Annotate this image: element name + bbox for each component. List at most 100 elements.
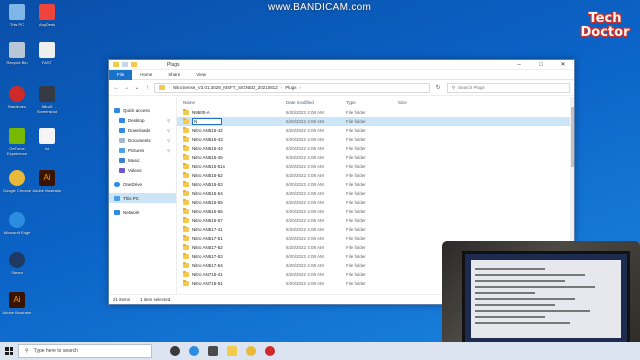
nav-label: Desktop xyxy=(128,117,145,123)
desktop-icon-label: AnyDesk xyxy=(38,22,55,27)
close-button[interactable]: ✕ xyxy=(552,60,574,70)
tab-share[interactable]: Share xyxy=(160,70,188,80)
file-name-cell: Nitro AN515-42 xyxy=(183,127,286,133)
table-row[interactable]: Nitro AN515-42 6/20/2022 4:08 AM File fold… xyxy=(177,126,574,135)
file-name-cell: Nitro AN515-56 xyxy=(183,208,286,214)
table-row[interactable]: Nitro AN515-51s 6/20/2022 4:08 AM File fol… xyxy=(177,162,574,171)
scrollbar-thumb[interactable] xyxy=(570,107,574,167)
terminal-line xyxy=(475,274,585,276)
breadcrumb-current[interactable]: Plugs xyxy=(285,85,296,90)
type-cell: File folder xyxy=(346,146,366,151)
desktop-icon-label: Adobe Illustrator xyxy=(32,188,62,193)
column-type[interactable]: Type xyxy=(346,100,398,105)
up-arrow-icon[interactable]: ↑ xyxy=(144,85,150,91)
file-name-cell: Nitro AN515-57 xyxy=(183,217,286,223)
table-row[interactable]: Nitro AN517-41 6/20/2022 4:08 AM File fold… xyxy=(177,225,574,234)
table-row[interactable]: Nitro AN515-43 6/20/2022 4:08 AM File fold… xyxy=(177,135,574,144)
table-row[interactable]: Nitro AN515-55 6/20/2022 4:08 AM File fold… xyxy=(177,198,574,207)
table-row-renaming[interactable]: N 6/20/2022 4:09 AM File folder xyxy=(177,117,574,126)
column-date-modified[interactable]: Date modified xyxy=(286,100,346,105)
nav-network[interactable]: Network xyxy=(109,207,176,217)
type-cell: File folder xyxy=(346,200,366,205)
table-row[interactable]: N9500-A 6/20/2022 4:08 AM File folder xyxy=(177,108,574,117)
store-icon[interactable] xyxy=(208,346,218,356)
desktop-icon-txt[interactable]: txt xyxy=(32,128,62,151)
table-row[interactable]: Nitro AN515-53 6/20/2022 4:08 AM File fold… xyxy=(177,180,574,189)
breadcrumb-separator: › xyxy=(299,85,302,90)
maximize-button[interactable]: □ xyxy=(530,60,552,70)
desktop-icon-illustrator-2[interactable]: Ai Adobe Illustrator xyxy=(32,170,62,193)
date-cell: 6/20/2022 4:08 AM xyxy=(286,236,324,241)
table-row[interactable]: Nitro AN515-52 6/20/2022 4:08 AM File fold… xyxy=(177,171,574,180)
desktop-icon-fast[interactable]: FAST xyxy=(32,42,62,65)
nav-music[interactable]: Music xyxy=(109,155,176,165)
desktop-icon-recycle-bin[interactable]: Recycle Bin xyxy=(2,42,32,65)
desktop-icon-label: Google Chrome xyxy=(2,188,32,193)
address-bar[interactable]: › NitroSense_V3.01.3028_MSFT_SIGNED_2021… xyxy=(154,82,430,93)
forward-arrow-icon[interactable]: → xyxy=(123,85,130,91)
terminal-line xyxy=(475,310,590,312)
column-headers: Name Date modified Type Size xyxy=(177,97,574,108)
desktop-icon-bandicam[interactable]: Bandicam xyxy=(2,86,32,109)
search-box[interactable]: ⚲ Search Plugs xyxy=(446,82,570,93)
taskbar-search[interactable]: ⚲ Type here to search xyxy=(18,344,152,358)
file-name-text: Nitro AN515-53 xyxy=(192,182,223,187)
desktop-icon-this-pc[interactable]: This PC xyxy=(2,4,32,27)
file-name-text: Nitro AN517-41 xyxy=(192,227,223,232)
minimize-button[interactable]: – xyxy=(508,60,530,70)
desktop-icon-label: Recycle Bin xyxy=(6,60,28,65)
column-size[interactable]: Size xyxy=(398,100,428,105)
nav-desktop[interactable]: Desktop ⚲ xyxy=(109,115,176,125)
nav-this-pc[interactable]: This PC xyxy=(109,193,176,203)
folder-icon xyxy=(183,235,189,241)
refresh-icon[interactable]: ↻ xyxy=(434,84,443,91)
start-button[interactable] xyxy=(0,342,18,360)
desktop-icon-illustrator[interactable]: Ai Adobe Illustrator xyxy=(2,292,32,315)
breadcrumb-parent[interactable]: NitroSense_V3.01.3028_MSFT_SIGNED_202108… xyxy=(173,85,278,90)
back-arrow-icon[interactable]: ← xyxy=(113,85,119,91)
nav-quick-access[interactable]: Quick access xyxy=(109,105,176,115)
task-view-icon[interactable] xyxy=(170,346,180,356)
nav-label: Music xyxy=(128,157,140,163)
nav-label: Quick access xyxy=(123,107,150,113)
file-name-text: Nitro AN515-45 xyxy=(192,155,223,160)
download-icon xyxy=(119,127,125,133)
nav-downloads[interactable]: Downloads ⚲ xyxy=(109,125,176,135)
file-explorer-icon[interactable] xyxy=(227,346,237,356)
table-row[interactable]: Nitro AN515-44 6/20/2022 4:08 AM File fold… xyxy=(177,144,574,153)
desktop-icon-steam[interactable]: Steam xyxy=(2,252,32,275)
rename-input[interactable]: N xyxy=(192,118,222,125)
desktop-icon-anydesk[interactable]: AnyDesk xyxy=(32,4,62,27)
folder-icon xyxy=(183,199,189,205)
navigation-pane: Quick access Desktop ⚲ Downloads ⚲ Docum… xyxy=(109,97,177,294)
desktop-icon-chrome[interactable]: Google Chrome xyxy=(2,170,32,193)
date-cell: 6/20/2022 4:08 AM xyxy=(286,164,324,169)
terminal-line xyxy=(475,298,575,300)
nav-documents[interactable]: Documents ⚲ xyxy=(109,135,176,145)
tab-view[interactable]: View xyxy=(188,70,214,80)
type-cell: File folder xyxy=(346,119,366,124)
tab-home[interactable]: Home xyxy=(132,70,160,80)
tab-file[interactable]: File xyxy=(109,69,133,80)
recent-chevron-icon[interactable]: ⌄ xyxy=(134,84,140,91)
date-cell: 6/20/2022 4:08 AM xyxy=(286,227,324,232)
nav-pictures[interactable]: Pictures ⚲ xyxy=(109,145,176,155)
file-name-cell: Nitro AN515-44 xyxy=(183,145,286,151)
desktop-icon-screenshot[interactable]: Nitro5 Screenshot xyxy=(32,86,62,114)
table-row[interactable]: Nitro AN515-54 6/20/2022 4:08 AM File fold… xyxy=(177,189,574,198)
table-row[interactable]: Nitro AN515-57 6/20/2022 4:08 AM File fold… xyxy=(177,216,574,225)
new-folder-icon[interactable] xyxy=(131,62,137,67)
computer-icon xyxy=(114,195,120,201)
desktop-icon-geforce[interactable]: GeForce Experience xyxy=(2,128,32,156)
desktop-icon-edge[interactable]: Microsoft Edge xyxy=(2,212,32,235)
quick-access-toolbar xyxy=(113,62,137,67)
edge-icon[interactable] xyxy=(189,346,199,356)
nav-videos[interactable]: Videos xyxy=(109,165,176,175)
table-row[interactable]: Nitro AN515-56 6/20/2022 4:08 AM File fold… xyxy=(177,207,574,216)
table-row[interactable]: Nitro AN515-45 6/20/2022 4:08 AM File fold… xyxy=(177,153,574,162)
chrome-icon[interactable] xyxy=(246,346,256,356)
properties-icon[interactable] xyxy=(122,62,128,67)
column-name[interactable]: Name xyxy=(181,100,286,105)
bandicam-icon[interactable] xyxy=(265,346,275,356)
nav-onedrive[interactable]: OneDrive xyxy=(109,179,176,189)
